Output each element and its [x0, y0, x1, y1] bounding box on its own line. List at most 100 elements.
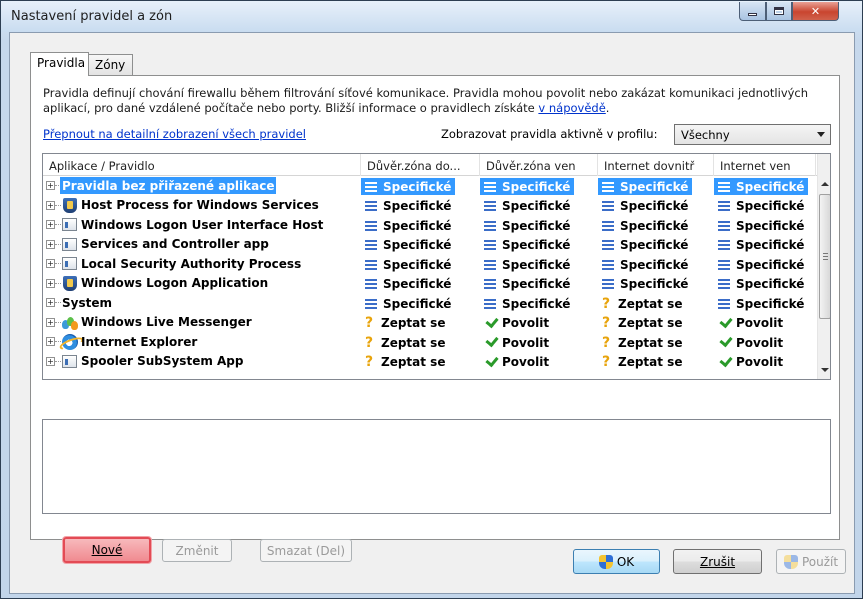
new-rule-button[interactable]: Nové: [63, 537, 151, 563]
cell-internet-in[interactable]: Specifické: [598, 254, 714, 274]
cancel-button[interactable]: Zrušit: [673, 549, 762, 574]
cell-application[interactable]: + Pravidla bez přiřazené aplikace: [43, 176, 361, 196]
application-name: Host Process for Windows Services: [81, 198, 319, 212]
cell-internet-in[interactable]: Specifické: [598, 215, 714, 235]
scroll-thumb[interactable]: [819, 194, 830, 319]
cell-internet-in[interactable]: Specifické: [598, 235, 714, 255]
ok-button[interactable]: OK: [573, 549, 660, 574]
column-header-application[interactable]: Aplikace / Pravidlo: [43, 154, 361, 176]
cell-internet-out[interactable]: Specifické: [714, 254, 816, 274]
cell-internet-out[interactable]: Specifické: [714, 235, 816, 255]
cell-trusted-in[interactable]: Specifické: [361, 235, 480, 255]
cell-internet-in[interactable]: ? Zeptat se: [598, 352, 714, 372]
application-name: Internet Explorer: [81, 334, 198, 349]
specific-rules-icon: [602, 201, 614, 212]
cell-trusted-in[interactable]: Specifické: [361, 254, 480, 274]
cell-application[interactable]: + Local Security Authority Process: [43, 254, 361, 274]
table-row[interactable]: + Services and Controller app Specifické Sp…: [43, 235, 816, 255]
scroll-up-icon[interactable]: [818, 176, 830, 193]
cell-trusted-in[interactable]: Specifické: [361, 215, 480, 235]
expand-icon[interactable]: +: [46, 181, 55, 190]
column-header-trusted-in[interactable]: Důvěr.zóna do...: [361, 154, 480, 176]
cell-trusted-in[interactable]: Specifické: [361, 196, 480, 216]
column-header-internet-in[interactable]: Internet dovnitř: [598, 154, 714, 176]
cell-internet-out[interactable]: Povolit: [714, 313, 816, 333]
table-row[interactable]: + System Specifické Specifické? Zeptat se Spe…: [43, 293, 816, 313]
cell-application[interactable]: + Windows Logon Application: [43, 274, 361, 294]
table-row[interactable]: + Windows Live Messenger? Zeptat se Povolit…: [43, 313, 816, 333]
cell-application[interactable]: + Windows Logon User Interface Host: [43, 215, 361, 235]
edit-rule-button[interactable]: Změnit: [162, 539, 232, 562]
cell-trusted-in[interactable]: ? Zeptat se: [361, 313, 480, 333]
cell-internet-in[interactable]: Specifické: [598, 196, 714, 216]
cell-internet-in[interactable]: ? Zeptat se: [598, 332, 714, 352]
cell-internet-out[interactable]: Povolit: [714, 352, 816, 372]
rule-value: Specifické: [598, 217, 692, 234]
expand-icon[interactable]: +: [46, 259, 55, 268]
delete-rule-button[interactable]: Smazat (Del): [260, 539, 352, 562]
cell-internet-out[interactable]: Specifické: [714, 176, 816, 196]
title-bar[interactable]: Nastavení pravidel a zón ✕: [1, 1, 862, 32]
cell-trusted-in[interactable]: Specifické: [361, 274, 480, 294]
tab-rules[interactable]: Pravidla: [30, 52, 89, 76]
tab-zones[interactable]: Zóny: [88, 54, 133, 75]
cell-trusted-out[interactable]: Povolit: [480, 313, 598, 333]
cell-internet-out[interactable]: Specifické: [714, 293, 816, 313]
minimize-button[interactable]: [739, 2, 766, 21]
cell-trusted-out[interactable]: Specifické: [480, 196, 598, 216]
cell-internet-in[interactable]: Specifické: [598, 274, 714, 294]
detailed-view-link[interactable]: Přepnout na detailní zobrazení všech pra…: [43, 127, 306, 141]
cell-trusted-out[interactable]: Specifické: [480, 254, 598, 274]
expand-icon[interactable]: +: [46, 317, 55, 327]
cell-trusted-out[interactable]: Specifické: [480, 176, 598, 196]
cell-trusted-out[interactable]: Povolit: [480, 332, 598, 352]
cell-internet-in[interactable]: Specifické: [598, 176, 714, 196]
help-link[interactable]: v nápovědě: [538, 101, 605, 115]
application-window-icon: [62, 354, 77, 368]
grid-vertical-scrollbar[interactable]: [817, 154, 830, 379]
cell-trusted-in[interactable]: ? Zeptat se: [361, 332, 480, 352]
expand-icon[interactable]: +: [46, 337, 55, 346]
expand-icon[interactable]: +: [46, 298, 55, 307]
cell-internet-in[interactable]: ? Zeptat se: [598, 293, 714, 313]
cell-application[interactable]: + System: [43, 293, 361, 313]
cell-internet-out[interactable]: Specifické: [714, 274, 816, 294]
cell-internet-out[interactable]: Povolit: [714, 332, 816, 352]
cell-application[interactable]: + Host Process for Windows Services: [43, 196, 361, 216]
expand-icon[interactable]: +: [46, 278, 55, 288]
cell-trusted-in[interactable]: Specifické: [361, 176, 480, 196]
cell-application[interactable]: + Spooler SubSystem App: [43, 352, 361, 372]
table-row[interactable]: + Windows Logon Application Specifické Spec…: [43, 274, 816, 294]
maximize-button[interactable]: [766, 2, 792, 21]
table-row[interactable]: + Windows Logon User Interface Host Specif…: [43, 215, 816, 235]
cell-application[interactable]: + Windows Live Messenger: [43, 313, 361, 333]
cell-trusted-out[interactable]: Povolit: [480, 352, 598, 372]
cell-trusted-out[interactable]: Specifické: [480, 274, 598, 294]
cell-trusted-out[interactable]: Specifické: [480, 235, 598, 255]
table-row[interactable]: + Internet Explorer? Zeptat se Povolit? Zept…: [43, 332, 816, 352]
column-header-internet-out[interactable]: Internet ven: [714, 154, 816, 176]
cell-application[interactable]: + Services and Controller app: [43, 235, 361, 255]
expand-icon[interactable]: +: [46, 239, 55, 249]
close-button[interactable]: ✕: [792, 2, 839, 21]
cell-trusted-in[interactable]: ? Zeptat se: [361, 352, 480, 372]
table-row[interactable]: + Host Process for Windows Services Specif…: [43, 196, 816, 216]
table-row[interactable]: + Local Security Authority Process Specifi…: [43, 254, 816, 274]
cell-application[interactable]: + Internet Explorer: [43, 332, 361, 352]
cell-internet-out[interactable]: Specifické: [714, 215, 816, 235]
expand-icon[interactable]: +: [46, 220, 55, 229]
rule-value: Specifické: [361, 217, 455, 234]
cell-trusted-out[interactable]: Specifické: [480, 215, 598, 235]
cell-internet-in[interactable]: ? Zeptat se: [598, 313, 714, 333]
cell-trusted-out[interactable]: Specifické: [480, 293, 598, 313]
table-row[interactable]: + Pravidla bez přiřazené aplikace Specific…: [43, 176, 816, 196]
cell-internet-out[interactable]: Specifické: [714, 196, 816, 216]
apply-button[interactable]: Použít: [776, 549, 846, 574]
table-row[interactable]: + Spooler SubSystem App? Zeptat se Povolit?…: [43, 352, 816, 372]
profile-select[interactable]: Všechny: [674, 124, 831, 145]
scroll-down-icon[interactable]: [818, 362, 830, 379]
column-header-trusted-out[interactable]: Důvěr.zóna ven: [480, 154, 598, 176]
expand-icon[interactable]: +: [46, 200, 55, 210]
expand-icon[interactable]: +: [46, 356, 55, 366]
cell-trusted-in[interactable]: Specifické: [361, 293, 480, 313]
